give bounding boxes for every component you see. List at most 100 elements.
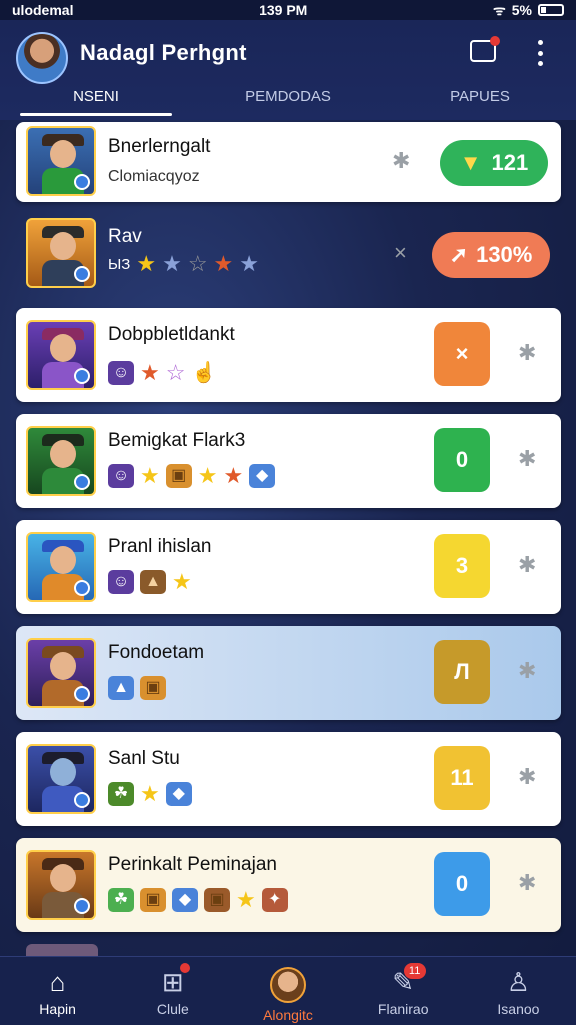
action-button[interactable]: 11 bbox=[434, 746, 490, 810]
app-header: Nadagl Perhgnt NSENI PEMDODAS PAPUES bbox=[0, 20, 576, 120]
action-button[interactable]: 3 bbox=[434, 534, 490, 598]
gem-icon: ◆ bbox=[165, 782, 192, 806]
star-icon: ★ bbox=[197, 463, 218, 488]
star-icon: ★ bbox=[172, 569, 192, 594]
list-item[interactable]: Rav ЫЗ ★ ★ ☆ ★ ★ × ➚ 130% bbox=[16, 214, 561, 294]
item-rewards: ☺ ▲ ★ bbox=[108, 570, 192, 594]
dismiss-icon[interactable]: ✱ bbox=[518, 340, 536, 366]
home-icon: ⌂ bbox=[49, 967, 66, 997]
dismiss-icon[interactable]: ✱ bbox=[518, 446, 536, 472]
star-icon: ★ bbox=[136, 251, 157, 276]
star-outline-icon: ☆ bbox=[165, 359, 186, 385]
item-rewards: ☺ ★ ▣ ★ ★ ◆ bbox=[108, 463, 276, 488]
star-icon: ★ bbox=[140, 359, 160, 385]
list-item[interactable]: Sanl Stu ☘ ★ ◆ 11 ✱ bbox=[16, 732, 561, 826]
game-thumbnail bbox=[26, 218, 96, 288]
game-thumbnail bbox=[26, 320, 96, 390]
carrier-label: ulodemal bbox=[12, 2, 74, 18]
list-item[interactable]: Perinkalt Peminajan ☘ ▣ ◆ ▣ ★ ✦ 0 ✱ bbox=[16, 838, 561, 932]
action-value: 0 bbox=[455, 871, 469, 896]
game-thumbnail bbox=[26, 126, 96, 196]
dismiss-icon[interactable]: ✱ bbox=[518, 658, 536, 684]
more-menu-icon[interactable] bbox=[534, 40, 546, 66]
star-icon: ★ bbox=[140, 463, 160, 488]
chest-icon: ▣ bbox=[140, 676, 166, 700]
tab-nseni[interactable]: NSENI bbox=[0, 84, 192, 118]
dismiss-icon[interactable]: ✱ bbox=[518, 870, 536, 896]
item-title: Perinkalt Peminajan bbox=[108, 854, 277, 875]
item-title: Dobpbletldankt bbox=[108, 324, 235, 345]
avatar[interactable] bbox=[16, 32, 68, 84]
arrow-icon: ➚ bbox=[449, 242, 469, 267]
item-title: Rav bbox=[108, 226, 142, 247]
status-bar: ulodemal 139 PM ᯤ 5% bbox=[0, 0, 576, 20]
battery-icon bbox=[538, 4, 564, 16]
list-item[interactable]: Fondoetam ▲ ▣ Л ✱ bbox=[16, 626, 561, 720]
nav-label: Flanirao bbox=[377, 1001, 429, 1017]
nav-label: Isanoo bbox=[497, 1001, 540, 1017]
notification-icon[interactable] bbox=[470, 36, 500, 62]
item-title: Bemigkat Flark3 bbox=[108, 430, 246, 451]
item-title: Fondoetam bbox=[108, 642, 205, 663]
list-item[interactable]: Dobpbletldankt ☺ ★ ☆ ☝ × ✱ bbox=[16, 308, 561, 402]
item-subtitle: ЫЗ bbox=[108, 255, 131, 273]
game-thumbnail bbox=[26, 532, 96, 602]
dismiss-icon[interactable]: × bbox=[394, 240, 407, 266]
action-button[interactable]: Л bbox=[434, 640, 490, 704]
star-icon: ★ bbox=[236, 887, 256, 912]
hand-icon: ☝ bbox=[191, 362, 217, 384]
action-value: × bbox=[455, 341, 469, 366]
gem-icon: ▲ bbox=[108, 676, 134, 700]
game-thumbnail bbox=[26, 638, 96, 708]
action-button[interactable]: 0 bbox=[434, 852, 490, 916]
item-rewards: ☘ ★ ◆ bbox=[108, 782, 192, 806]
game-thumbnail bbox=[26, 850, 96, 920]
tab-papues[interactable]: PAPUES bbox=[384, 84, 576, 118]
item-rewards: ЫЗ ★ ★ ☆ ★ ★ bbox=[108, 252, 259, 276]
dismiss-icon[interactable]: ✱ bbox=[518, 764, 536, 790]
item-subtitle: Clomiacqyoz bbox=[108, 168, 200, 185]
star-icon: ★ bbox=[223, 463, 244, 488]
tab-bar: NSENI PEMDODAS PAPUES bbox=[0, 84, 576, 118]
item-rewards: ▲ ▣ bbox=[108, 676, 166, 700]
item-title: Pranl ihislan bbox=[108, 536, 212, 557]
nav-clule[interactable]: ⊞ Clule bbox=[115, 957, 230, 1025]
item-rewards: ☘ ▣ ◆ ▣ ★ ✦ bbox=[108, 888, 288, 912]
dismiss-icon[interactable]: ✱ bbox=[518, 552, 536, 578]
action-button[interactable]: ➚ 130% bbox=[432, 232, 550, 278]
chest-icon: ▲ bbox=[140, 570, 166, 594]
user-icon: ♙ bbox=[506, 967, 531, 997]
nav-home[interactable]: ⌂ Hapin bbox=[0, 957, 115, 1025]
avatar-icon bbox=[270, 967, 306, 1003]
wifi-icon: ᯤ bbox=[492, 1, 506, 18]
nav-alongitc[interactable]: Alongitc bbox=[230, 957, 345, 1025]
nav-label: Clule bbox=[156, 1001, 189, 1017]
action-button[interactable]: 0 bbox=[434, 428, 490, 492]
portrait-icon: ☺ bbox=[108, 464, 134, 488]
dismiss-icon[interactable]: ✱ bbox=[392, 148, 410, 174]
clock: 139 PM bbox=[259, 2, 308, 18]
action-button[interactable]: × bbox=[434, 322, 490, 386]
tab-pemdodas[interactable]: PEMDODAS bbox=[192, 84, 384, 118]
nav-flanirao[interactable]: ✎ 11 Flanirao bbox=[346, 957, 461, 1025]
gem-icon: ◆ bbox=[249, 464, 276, 488]
list-item[interactable]: Bnerlerngalt Clomiacqyoz ✱ ▼ 121 bbox=[16, 122, 561, 202]
star-icon: ★ bbox=[140, 781, 160, 806]
action-value: 0 bbox=[455, 447, 469, 472]
action-button[interactable]: ▼ 121 bbox=[440, 140, 548, 186]
list-item[interactable]: Bemigkat Flark3 ☺ ★ ▣ ★ ★ ◆ 0 ✱ bbox=[16, 414, 561, 508]
bag-icon: ✦ bbox=[261, 888, 288, 912]
character-icon: ☘ bbox=[108, 888, 134, 912]
nav-isanoo[interactable]: ♙ Isanoo bbox=[461, 957, 576, 1025]
battery-label: 5% bbox=[511, 2, 532, 18]
list-item[interactable]: Pranl ihislan ☺ ▲ ★ 3 ✱ bbox=[16, 520, 561, 614]
nav-label: Alongitc bbox=[263, 1007, 313, 1023]
game-thumbnail bbox=[26, 426, 96, 496]
action-value: 3 bbox=[455, 553, 469, 578]
notification-badge: 11 bbox=[403, 963, 426, 979]
star-icon: ★ bbox=[213, 251, 234, 276]
chest-icon: ▣ bbox=[140, 888, 166, 912]
portrait-icon: ☘ bbox=[108, 782, 134, 806]
arrow-icon: ▼ bbox=[459, 150, 482, 175]
gem-icon: ◆ bbox=[172, 888, 198, 912]
